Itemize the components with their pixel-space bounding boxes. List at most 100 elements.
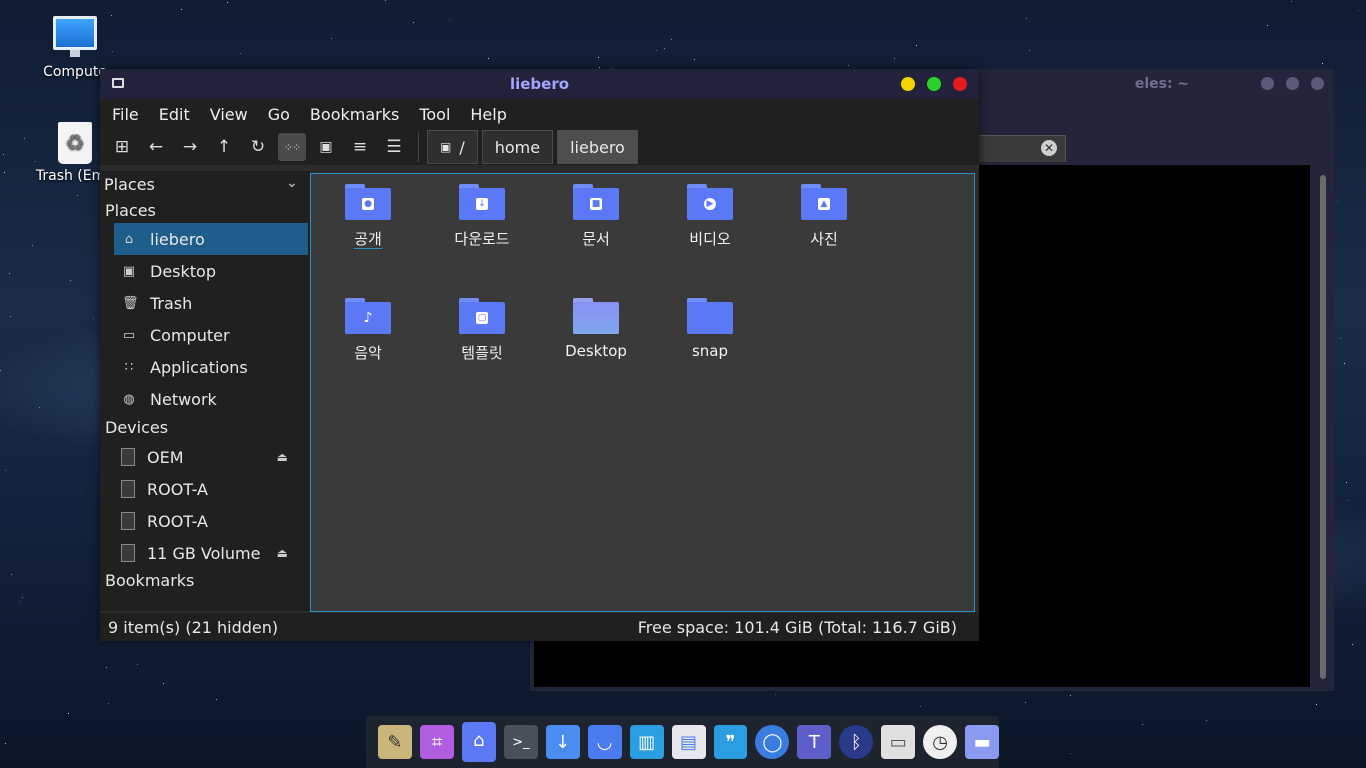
compact-view-button[interactable]: ≡	[346, 133, 374, 161]
file-label: 음악	[354, 344, 382, 362]
dock-software-store-icon[interactable]: ◡	[587, 725, 622, 759]
dock-tweaks-icon[interactable]: ✎	[378, 725, 412, 759]
new-tab-button[interactable]: ⊞	[108, 133, 136, 161]
sidebar-mode-select[interactable]: Places	[104, 175, 155, 194]
folder-templates[interactable]: ▢ 템플릿	[427, 298, 537, 363]
dock-reader-icon[interactable]: ▥	[629, 725, 664, 759]
icon-view-button[interactable]: ⁘⁘	[278, 133, 306, 161]
file-manager-titlebar[interactable]: liebero	[100, 69, 979, 99]
dock-document-icon[interactable]: ▤	[671, 725, 706, 759]
eject-icon[interactable]: ⏏	[277, 546, 288, 560]
drive-icon: ▣	[440, 140, 452, 154]
dock-bluetooth-icon[interactable]: ᛒ	[839, 725, 874, 759]
terminal-tab[interactable]: ✕	[978, 135, 1066, 162]
drive-icon	[121, 544, 135, 562]
forward-button[interactable]: →	[176, 133, 204, 161]
star	[0, 370, 1, 371]
star	[920, 706, 921, 707]
folder-icon: ♪	[345, 298, 391, 334]
globe-icon: ◍	[123, 391, 135, 407]
terminal-window-buttons	[1261, 77, 1324, 90]
menu-go[interactable]: Go	[258, 105, 300, 124]
sidebar-item-network[interactable]: ◍ Network	[114, 383, 308, 415]
sidebar-item-root-a-1[interactable]: ROOT-A	[114, 473, 308, 505]
chevron-down-icon[interactable]: ⌄	[286, 175, 298, 191]
star	[916, 45, 917, 46]
terminal-close-button[interactable]	[1311, 77, 1324, 90]
dock-clipboard-icon[interactable]: ▭	[881, 725, 916, 759]
detailed-view-button[interactable]: ☰	[380, 133, 408, 161]
breadcrumb-liebero[interactable]: liebero	[557, 130, 638, 164]
maximize-button[interactable]	[927, 77, 941, 91]
sidebar-item-applications[interactable]: ∷ Applications	[114, 351, 308, 383]
dock-notes-icon[interactable]: ❞	[713, 725, 748, 759]
desktop-icon: ▣	[122, 263, 136, 279]
sidebar-item-oem[interactable]: OEM ⏏	[114, 441, 308, 473]
drive-icon	[121, 448, 135, 466]
folder-music[interactable]: ♪ 음악	[313, 298, 423, 363]
dock-browser-icon[interactable]: ◯	[755, 725, 790, 759]
menu-help[interactable]: Help	[460, 105, 516, 124]
star	[894, 58, 895, 59]
star	[1070, 753, 1071, 754]
folder-downloads[interactable]: ↓ 다운로드	[427, 184, 537, 249]
thumbnail-view-button[interactable]: ▣	[312, 133, 340, 161]
terminal-minimize-button[interactable]	[1261, 77, 1274, 90]
reload-button[interactable]: ↻	[244, 133, 272, 161]
star	[11, 574, 12, 575]
breadcrumb: ▣ / home liebero	[427, 129, 638, 165]
dock-downloads-icon[interactable]: ↓	[545, 725, 580, 759]
star	[1352, 644, 1353, 645]
close-button[interactable]	[953, 77, 967, 91]
file-label: snap	[691, 342, 729, 360]
menu-view[interactable]: View	[200, 105, 258, 124]
star	[5, 743, 6, 744]
menu-file[interactable]: File	[102, 105, 149, 124]
drive-icon	[121, 480, 135, 498]
folder-pictures[interactable]: ▲ 사진	[769, 184, 879, 249]
star	[163, 683, 164, 684]
sidebar-item-computer[interactable]: ▭ Computer	[114, 319, 308, 351]
folder-public[interactable]: ● 공개	[313, 184, 423, 249]
star	[3, 154, 4, 155]
dock-teams-icon[interactable]: T	[797, 725, 832, 759]
sidebar-item-trash[interactable]: 🗑 Trash	[114, 287, 308, 319]
terminal-maximize-button[interactable]	[1286, 77, 1299, 90]
back-button[interactable]: ←	[142, 133, 170, 161]
folder-documents[interactable]: ■ 문서	[541, 184, 651, 249]
file-label: Desktop	[565, 342, 627, 360]
sidebar-item-11gb-volume[interactable]: 11 GB Volume ⏏	[114, 537, 308, 569]
star	[39, 407, 40, 408]
folder-snap[interactable]: snap	[655, 298, 765, 360]
breadcrumb-root[interactable]: ▣ /	[427, 130, 478, 164]
reload-icon: ↻	[250, 137, 266, 157]
folder-videos[interactable]: ▶ 비디오	[655, 184, 765, 249]
menu-tool[interactable]: Tool	[409, 105, 460, 124]
star	[1337, 201, 1338, 202]
up-button[interactable]: ↑	[210, 133, 238, 161]
minimize-button[interactable]	[901, 77, 915, 91]
sidebar-item-desktop[interactable]: ▣ Desktop	[114, 255, 308, 287]
dock-terminal-icon[interactable]: >_	[503, 725, 538, 759]
star	[77, 195, 78, 196]
eject-icon[interactable]: ⏏	[277, 450, 288, 464]
dock-file-manager-icon[interactable]: ⌂	[461, 722, 496, 762]
folder-desktop[interactable]: Desktop	[541, 298, 651, 360]
star	[137, 664, 138, 665]
close-icon[interactable]: ✕	[1041, 140, 1057, 156]
file-manager-window[interactable]: liebero File Edit View Go Bookmarks Tool…	[100, 69, 979, 641]
terminal-scrollbar[interactable]	[1320, 175, 1326, 679]
dock-desktop-icon[interactable]: ▬	[965, 725, 1000, 759]
star	[68, 713, 69, 714]
menu-bookmarks[interactable]: Bookmarks	[300, 105, 409, 124]
menu-edit[interactable]: Edit	[149, 105, 200, 124]
dock-clock-icon[interactable]: ◷	[923, 725, 958, 759]
breadcrumb-home[interactable]: home	[481, 130, 554, 164]
sidebar-item-root-a-2[interactable]: ROOT-A	[114, 505, 308, 537]
file-label: 비디오	[689, 230, 731, 248]
file-view[interactable]: ● 공개 ↓ 다운로드 ■ 문서 ▶ 비디오 ▲ 사진 ♪ 음악 ▢ 템플릿 Desktop …	[310, 173, 975, 612]
detail-list-icon: ☰	[386, 137, 402, 157]
dock-crop-icon[interactable]: ⌗	[419, 725, 454, 759]
sidebar-item-liebero[interactable]: ⌂ liebero	[114, 223, 308, 255]
star	[775, 694, 776, 695]
